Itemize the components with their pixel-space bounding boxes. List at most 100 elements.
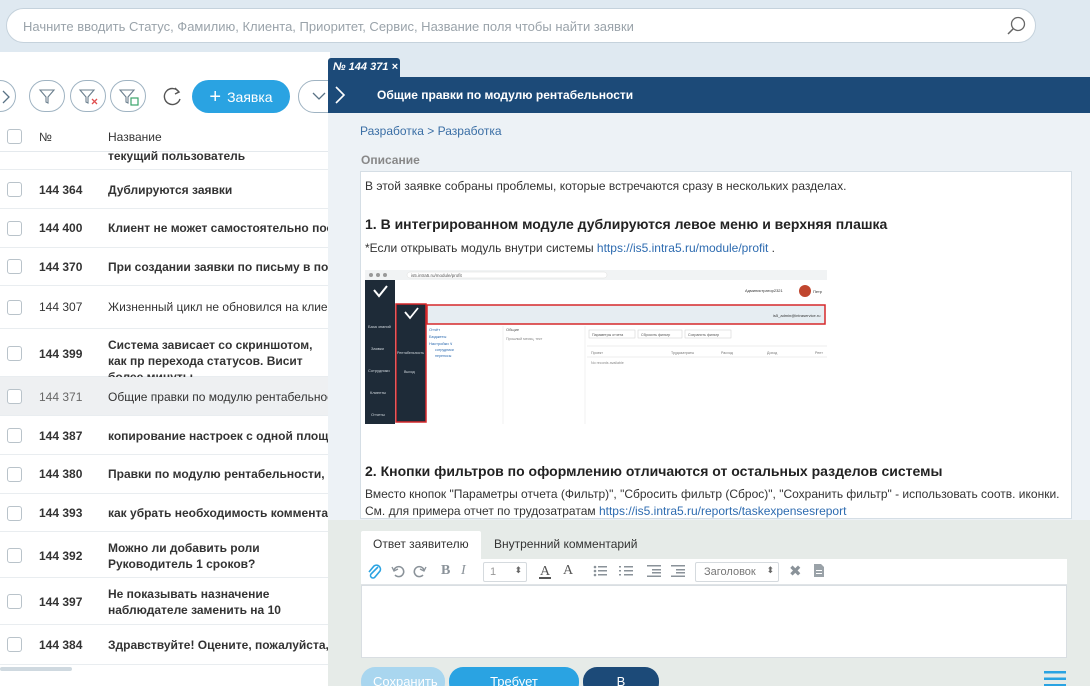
list-toolbar: + Заявка [0, 76, 330, 116]
start-work-button[interactable]: В работу! [583, 667, 659, 686]
row-number: 144 370 [39, 260, 83, 274]
more-options-button[interactable] [298, 80, 330, 113]
table-row[interactable]: 144 380 Правки по модулю рентабельности,… [0, 455, 330, 494]
column-name[interactable]: Название [108, 130, 162, 144]
row-checkbox[interactable] [7, 346, 22, 361]
text-color-icon[interactable]: A [537, 561, 553, 581]
task-expenses-report-link[interactable]: https://is5.intra5.ru/reports/taskexpens… [599, 504, 846, 518]
save-button[interactable]: Сохранить [361, 667, 445, 686]
row-checkbox[interactable] [7, 182, 22, 197]
module-profit-link[interactable]: https://is5.intra5.ru/module/profit [597, 241, 768, 255]
search-box[interactable] [6, 8, 1036, 43]
reply-editor[interactable] [361, 585, 1067, 658]
bold-icon[interactable]: B [441, 563, 450, 579]
row-title: Клиент не может самостоятельно постав [108, 221, 330, 235]
row-number: 144 397 [39, 595, 83, 609]
row-checkbox[interactable] [7, 467, 22, 482]
clear-filter-button[interactable] [70, 80, 106, 112]
outdent-icon[interactable] [647, 565, 661, 577]
chevron-down-icon [312, 92, 326, 100]
refresh-icon[interactable] [160, 83, 186, 109]
table-row[interactable]: 144 399 Система зависает со скриншотом, … [0, 329, 330, 384]
row-checkbox[interactable] [7, 548, 22, 563]
screenshot-nav-0: База знаний [368, 324, 391, 329]
bullet-list-icon[interactable] [593, 565, 607, 577]
needs-clarification-button[interactable]: Требует уточнения [449, 667, 579, 686]
chevron-right-icon[interactable] [332, 83, 348, 107]
italic-icon[interactable]: I [461, 563, 466, 579]
row-number: 144 371 [39, 390, 83, 404]
column-number[interactable]: № [39, 130, 52, 144]
search-input[interactable] [23, 17, 983, 35]
screenshot-col2-title: Общие [506, 327, 520, 332]
redo-icon[interactable] [413, 564, 427, 578]
table-row[interactable]: 144 370 При создании заявки по письму в … [0, 248, 330, 286]
undo-icon[interactable] [391, 564, 405, 578]
table-row[interactable]: 144 387 копирование настроек с одной пло… [0, 416, 330, 455]
select-all-checkbox[interactable] [7, 129, 22, 144]
issue-text-1-body: *Если открывать модуль внутри системы [365, 241, 597, 255]
request-tab[interactable]: № 144 371 × [328, 58, 400, 77]
collapse-sidebar-button[interactable] [0, 80, 16, 112]
screenshot-btn-1: Сбросить фильтр [641, 333, 670, 337]
screenshot-col-2: Расход [721, 351, 734, 355]
numbered-list-icon[interactable] [619, 565, 633, 577]
row-checkbox[interactable] [7, 506, 22, 521]
screenshot-url: is5.intra5.ru/module/profit [411, 273, 463, 278]
screenshot-btn-0: Параметры отчета [592, 333, 623, 337]
table-row[interactable]: текущий пользователь [0, 149, 330, 170]
reply-area: Ответ заявителю Внутренний комментарий B… [328, 520, 1090, 686]
table-row-selected[interactable]: 144 371 Общие правки по модулю рентабель… [0, 377, 330, 416]
row-number: 144 393 [39, 506, 83, 520]
editor-toolbar: B I 1 ⬍ A A Заголовок ⬍ ✖ [361, 559, 1067, 585]
table-row[interactable]: 144 393 как убрать необходимость коммент… [0, 494, 330, 532]
row-checkbox[interactable] [7, 637, 22, 652]
issue-text-1-end: . [768, 241, 776, 255]
table-row[interactable]: 144 384 Здравствуйте! Оцените, пожалуйст… [0, 625, 330, 665]
document-icon[interactable] [813, 563, 825, 578]
tab-reply-to-requester[interactable]: Ответ заявителю [361, 531, 481, 559]
row-title: Не показывать назначение наблюдателе зам… [108, 587, 281, 617]
search-bar-area [0, 0, 1090, 52]
menu-icon[interactable] [1044, 670, 1066, 686]
screenshot-user-short: Петр [813, 289, 823, 294]
tab-internal-comment[interactable]: Внутренний комментарий [482, 531, 649, 559]
screenshot-col-3: Доход [767, 351, 778, 355]
search-icon[interactable] [1005, 15, 1027, 37]
detail-header: Общие правки по модулю рентабельности [328, 77, 1090, 113]
indent-icon[interactable] [671, 565, 685, 577]
screenshot-menu-0: Бюджеты [429, 334, 446, 339]
row-checkbox[interactable] [7, 221, 22, 236]
screenshot-side-1: Выход [404, 370, 416, 374]
row-number: 144 307 [39, 300, 83, 314]
heading-select-value: Заголовок [704, 566, 756, 578]
row-number: 144 400 [39, 221, 83, 235]
row-number: 144 399 [39, 347, 83, 361]
filter-button[interactable] [29, 80, 65, 112]
table-row[interactable]: 144 307 Жизненный цикл не обновился на к… [0, 286, 330, 329]
table-row[interactable]: 144 364 Дублируются заявки [0, 170, 330, 209]
highlight-icon[interactable]: A [563, 563, 573, 579]
font-size-select[interactable]: 1 ⬍ [483, 562, 527, 582]
row-title: Правки по модулю рентабельности, разд [108, 467, 330, 481]
row-checkbox[interactable] [7, 428, 22, 443]
table-row[interactable]: 144 400 Клиент не может самостоятельно п… [0, 209, 330, 248]
table-row[interactable]: 144 397 Не показывать назначение наблюда… [0, 578, 330, 625]
save-filter-button[interactable] [110, 80, 146, 112]
list-scrollbar[interactable] [0, 667, 72, 671]
heading-select[interactable]: Заголовок ⬍ [695, 562, 779, 582]
row-checkbox[interactable] [7, 300, 22, 315]
table-row[interactable]: 144 392 Можно ли добавить роли Руководит… [0, 532, 330, 578]
add-request-label: Заявка [227, 88, 273, 105]
screenshot-nav-1: Заявки [371, 346, 384, 351]
breadcrumb[interactable]: Разработка > Разработка [360, 124, 502, 138]
row-checkbox[interactable] [7, 259, 22, 274]
screenshot-col-1: Трудозатраты [671, 351, 694, 355]
add-request-button[interactable]: + Заявка [192, 80, 290, 113]
row-checkbox[interactable] [7, 594, 22, 609]
chevron-right-icon [2, 90, 10, 104]
clear-format-icon[interactable]: ✖ [789, 562, 802, 580]
row-checkbox[interactable] [7, 389, 22, 404]
row-title: При создании заявки по письму в поле от [108, 260, 330, 274]
attach-icon[interactable] [365, 562, 383, 580]
